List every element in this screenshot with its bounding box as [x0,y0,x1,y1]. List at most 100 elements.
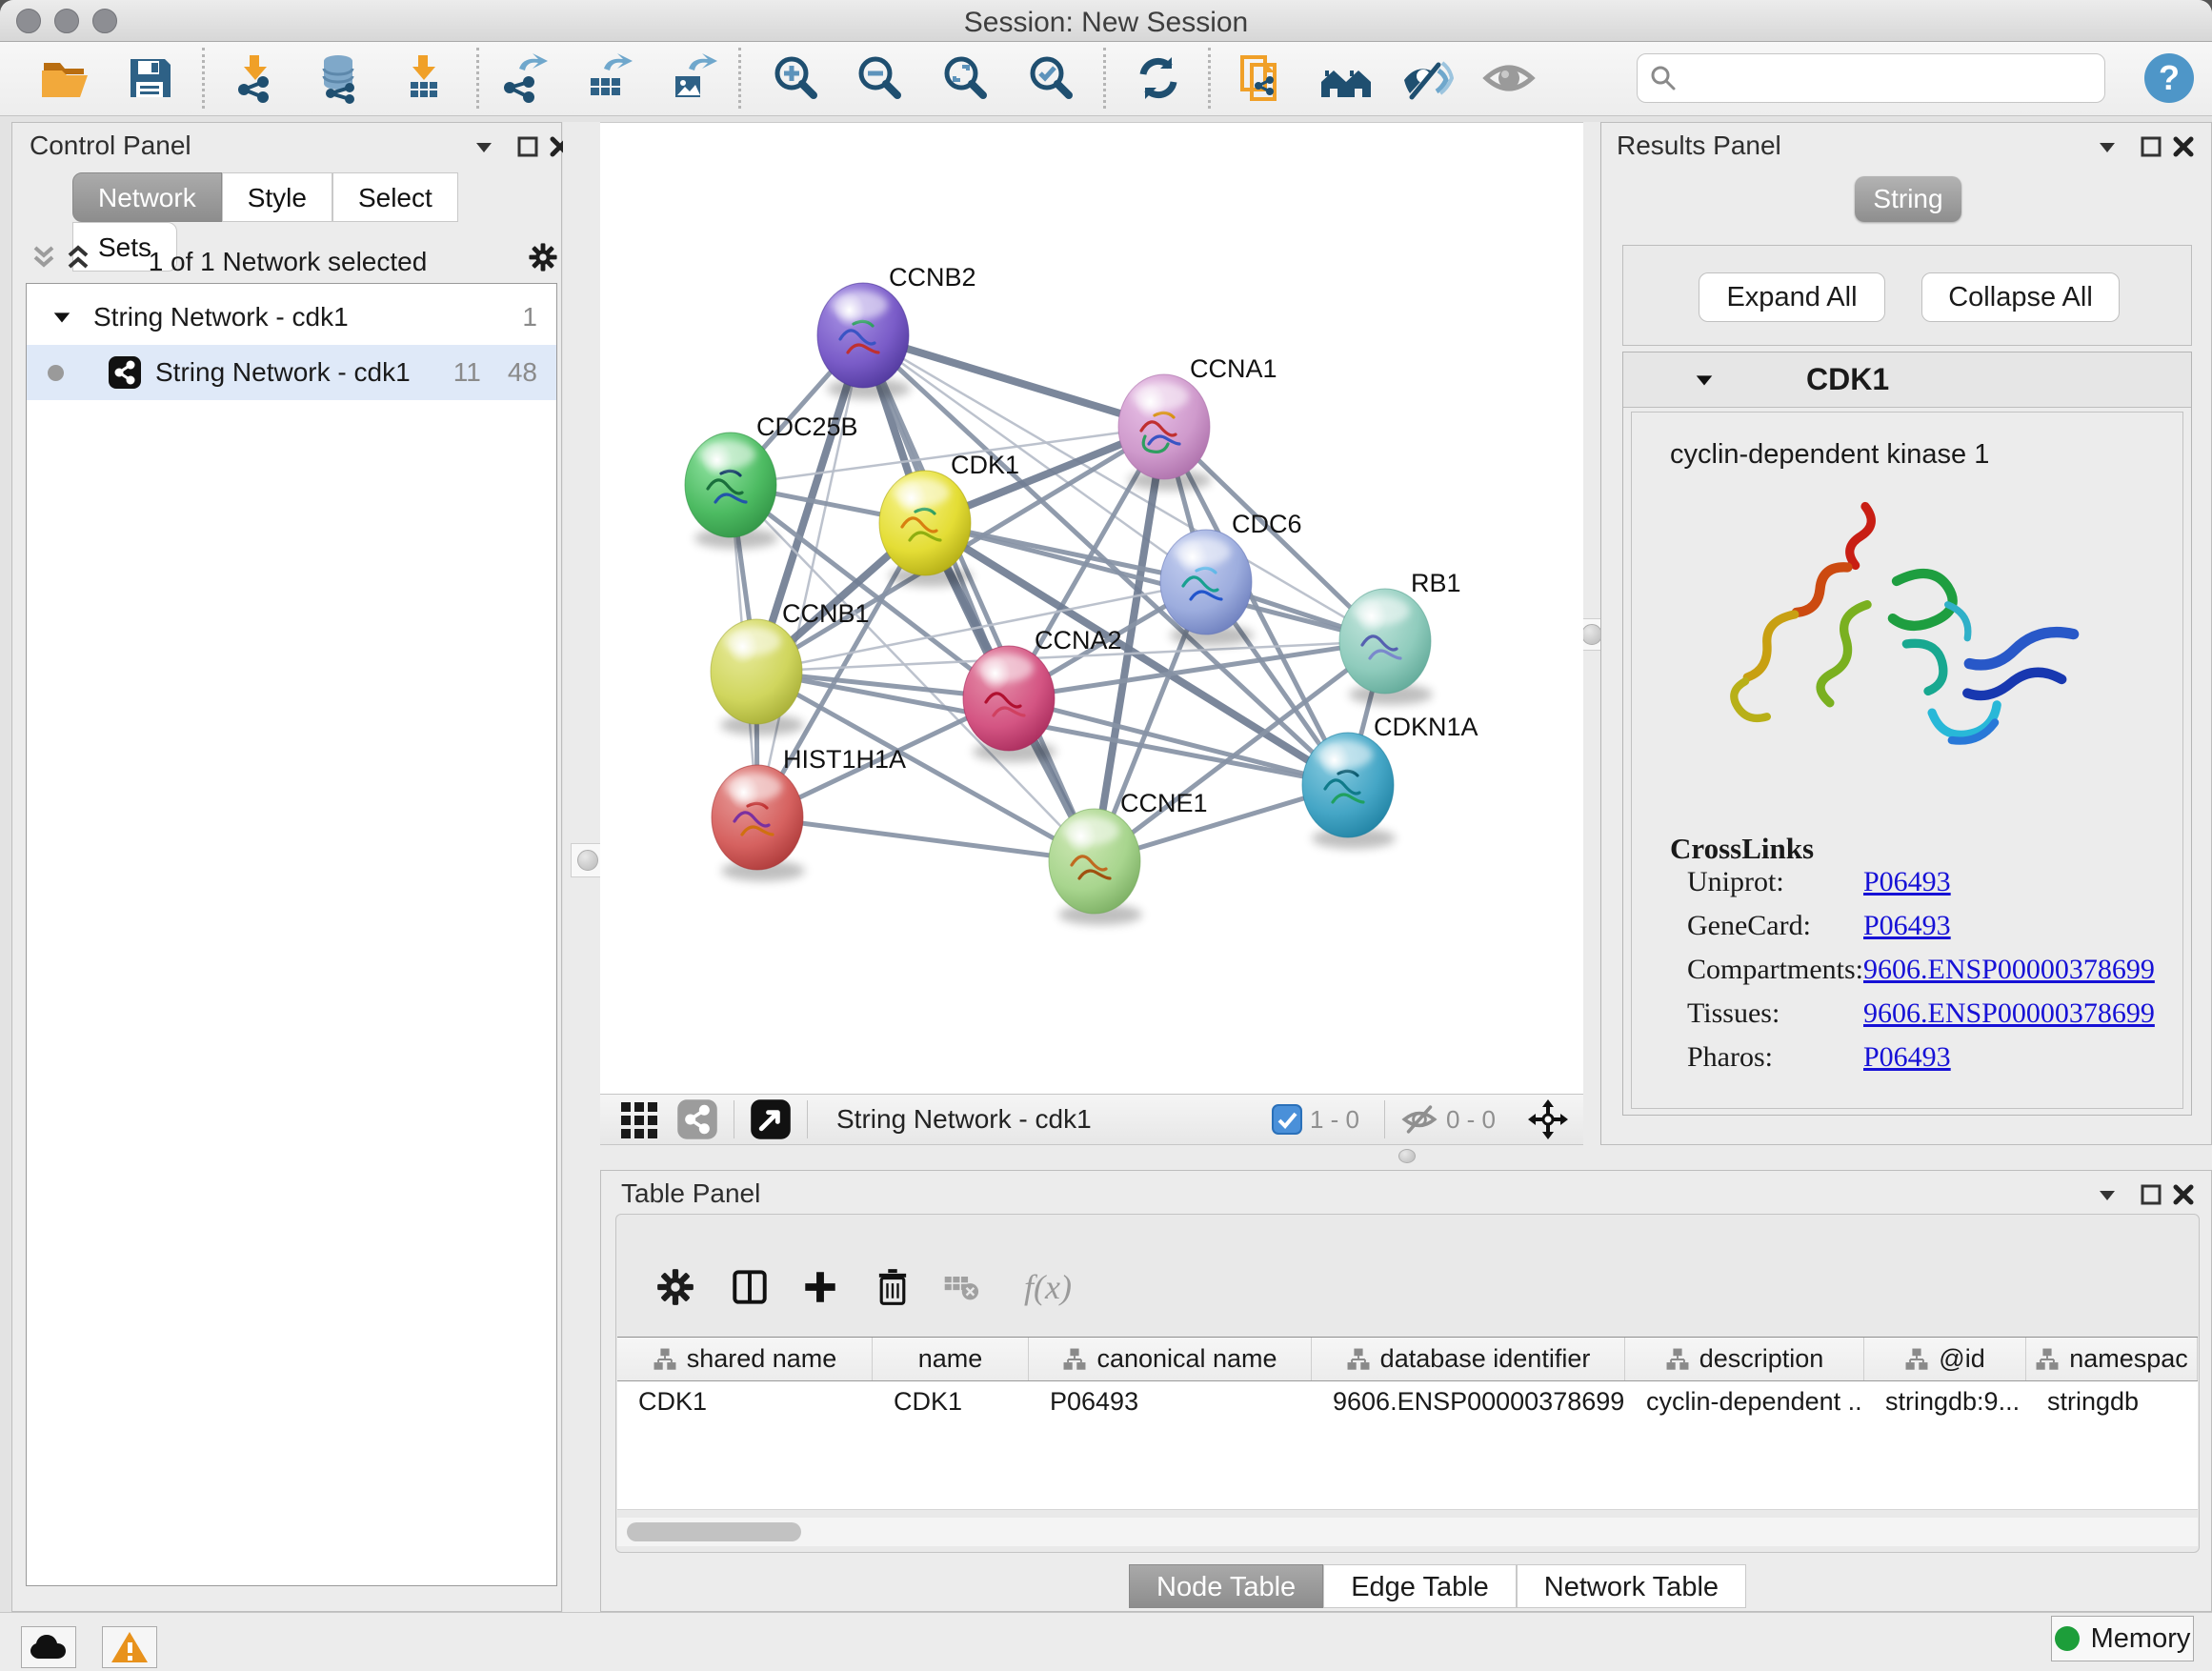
table-cell[interactable]: cyclin-dependent ... [1625,1381,1864,1425]
crosslink-link[interactable]: P06493 [1863,866,1951,897]
string-document-icon[interactable] [1234,50,1289,107]
column-header-@id[interactable]: @id [1864,1338,2026,1380]
tab-node-table[interactable]: Node Table [1129,1564,1323,1608]
node-table: shared namenamecanonical namedatabase id… [617,1337,2198,1510]
open-session-icon[interactable] [37,50,92,107]
table-cell[interactable]: P06493 [1029,1381,1312,1425]
results-panel: Results Panel String Expand All Collapse… [1600,122,2212,1145]
column-header-shared-name[interactable]: shared name [617,1338,873,1380]
cloud-status-icon[interactable] [21,1626,76,1668]
control-panel-float-icon[interactable] [512,131,544,163]
table-panel-float-icon[interactable] [2135,1178,2167,1211]
column-header-namespac[interactable]: namespac [2026,1338,2198,1380]
table-h-scrollbar-thumb[interactable] [627,1522,801,1541]
column-header-name[interactable]: name [873,1338,1029,1380]
network-edge-HIST1H1A-CCNE1[interactable] [757,817,1095,861]
table-panel-collapse-icon[interactable] [2091,1178,2123,1211]
function-builder-icon[interactable]: f(x) [1005,1262,1091,1312]
crosslink-link[interactable]: P06493 [1863,910,1951,941]
birdseye-view-icon[interactable] [750,1098,792,1140]
network-canvas[interactable]: CCNB2CCNA1CDC25BCDK1CDC6RB1CCNB1CCNA2CDK… [600,122,1583,1094]
delete-table-icon[interactable] [936,1262,986,1312]
show-eye-icon[interactable] [1481,50,1537,107]
tab-network-table[interactable]: Network Table [1517,1564,1746,1608]
table-h-scrollbar[interactable] [617,1518,2198,1546]
network-row[interactable]: String Network - cdk1 11 48 [27,345,556,400]
protein-collapse-icon[interactable] [1694,370,1715,391]
table-settings-gear-icon[interactable] [651,1262,700,1312]
selected-checkbox-icon[interactable] [1272,1098,1302,1140]
network-node-CDC6[interactable]: CDC6 [1160,510,1302,646]
network-node-HIST1H1A[interactable]: HIST1H1A [712,745,906,881]
hidden-eye-icon[interactable] [1400,1098,1438,1140]
crosslink-link[interactable]: 9606.ENSP00000378699 [1863,997,2155,1029]
string-network-graph[interactable]: CCNB2CCNA1CDC25BCDK1CDC6RB1CCNB1CCNA2CDK… [600,123,1583,1095]
protein-details: cyclin-dependent kinase 1 [1631,412,2183,1109]
homes-icon[interactable] [1318,50,1374,107]
table-cell[interactable]: 9606.ENSP00000378699 [1312,1381,1625,1425]
search-input[interactable] [1678,63,2087,94]
column-header-canonical-name[interactable]: canonical name [1029,1338,1312,1380]
results-panel-float-icon[interactable] [2135,131,2167,163]
protein-section-header[interactable]: CDK1 [1623,352,2191,408]
tab-style[interactable]: Style [222,172,332,222]
zoom-out-icon[interactable] [853,50,908,107]
save-session-icon[interactable] [122,50,177,107]
import-database-icon[interactable] [312,50,368,107]
results-panel-collapse-icon[interactable] [2091,131,2123,163]
table-cell[interactable]: stringdb [2026,1381,2198,1425]
tab-select[interactable]: Select [332,172,458,222]
refresh-icon[interactable] [1131,50,1186,107]
control-panel-collapse-icon[interactable] [468,131,500,163]
left-splitter[interactable] [563,122,600,1612]
node-label-CDC6: CDC6 [1232,510,1302,538]
network-edge-CCNB2-CCNE1[interactable] [863,335,1095,861]
delete-column-icon[interactable] [868,1262,917,1312]
crosslink-link[interactable]: P06493 [1863,1041,1951,1073]
tab-network[interactable]: Network [72,172,222,222]
tab-edge-table[interactable]: Edge Table [1323,1564,1517,1608]
bottom-splitter[interactable] [600,1145,2212,1170]
table-cell[interactable]: CDK1 [617,1381,873,1425]
expand-all-button[interactable]: Expand All [1699,272,1885,322]
import-table-icon[interactable] [396,50,452,107]
zoom-in-icon[interactable] [769,50,824,107]
network-node-CCNA1[interactable]: CCNA1 [1118,354,1277,491]
table-panel-close-icon[interactable] [2167,1178,2200,1211]
grid-view-icon[interactable] [619,1098,661,1140]
network-node-CDKN1A[interactable]: CDKN1A [1302,713,1478,849]
add-column-icon[interactable] [795,1262,845,1312]
right-splitter[interactable] [1583,122,1600,1145]
network-node-CCNB2[interactable]: CCNB2 [817,263,976,399]
network-node-RB1[interactable]: RB1 [1339,569,1461,705]
bottom-splitter-handle[interactable] [1398,1149,1416,1163]
column-header-description[interactable]: description [1625,1338,1864,1380]
network-options-gear-icon[interactable] [527,241,559,273]
show-columns-icon[interactable] [725,1262,774,1312]
zoom-selected-icon[interactable] [1024,50,1079,107]
help-icon[interactable]: ? [2142,50,2197,107]
export-network-icon[interactable] [495,50,551,107]
collection-expand-icon[interactable] [51,307,72,328]
collapse-all-button[interactable]: Collapse All [1921,272,2120,322]
import-network-icon[interactable] [228,50,283,107]
column-header-database-identifier[interactable]: database identifier [1312,1338,1625,1380]
network-edge-CCNB2-CCNA1[interactable] [863,335,1164,427]
search-icon [1649,64,1678,92]
table-row[interactable]: CDK1CDK1P064939606.ENSP00000378699cyclin… [617,1381,2198,1425]
search-box[interactable] [1637,53,2105,103]
results-panel-close-icon[interactable] [2167,131,2200,163]
export-table-icon[interactable] [580,50,635,107]
network-view-share-icon[interactable] [676,1098,718,1140]
memory-button[interactable]: Memory [2051,1616,2194,1661]
export-image-icon[interactable] [665,50,720,107]
crosslink-link[interactable]: 9606.ENSP00000378699 [1863,954,2155,985]
table-cell[interactable]: stringdb:9... [1864,1381,2026,1425]
table-cell[interactable]: CDK1 [873,1381,1029,1425]
warning-status-icon[interactable] [102,1626,157,1668]
pan-crosshair-icon[interactable] [1526,1098,1570,1140]
network-collection-row[interactable]: String Network - cdk1 1 [27,290,556,345]
zoom-fit-icon[interactable] [938,50,994,107]
tab-string[interactable]: String [1855,176,1961,222]
hide-glass-eye-icon[interactable] [1399,50,1455,107]
